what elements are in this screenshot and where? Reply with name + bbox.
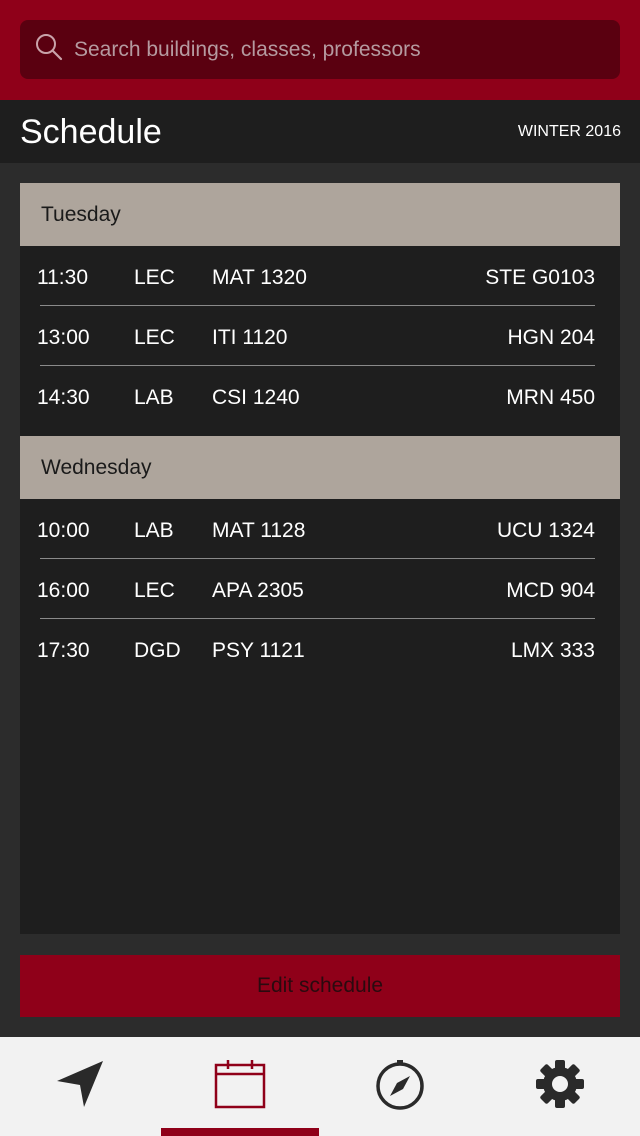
class-type: LAB — [134, 386, 174, 409]
class-row[interactable]: 13:00 LEC ITI 1120 HGN 204 — [20, 306, 620, 366]
class-row[interactable]: 11:30 LEC MAT 1320 STE G0103 — [20, 246, 620, 306]
tab-bar — [0, 1037, 640, 1136]
gear-icon — [533, 1057, 587, 1116]
class-row[interactable]: 10:00 LAB MAT 1128 UCU 1324 — [20, 499, 620, 559]
class-room: HGN 204 — [507, 326, 595, 349]
class-type: LAB — [134, 519, 174, 542]
edit-schedule-button[interactable]: Edit schedule — [20, 955, 620, 1017]
page-title: Schedule — [20, 113, 162, 151]
day-header-tuesday: Tuesday — [20, 183, 620, 246]
compass-icon — [373, 1057, 427, 1116]
tab-schedule[interactable] — [160, 1037, 320, 1136]
class-type: LEC — [134, 579, 175, 602]
class-time: 11:30 — [37, 266, 88, 289]
class-course: CSI 1240 — [212, 386, 300, 409]
class-time: 13:00 — [37, 326, 90, 349]
class-room: LMX 333 — [510, 639, 595, 662]
class-course: PSY 1121 — [212, 639, 305, 662]
class-row[interactable]: 16:00 LEC APA 2305 MCD 904 — [20, 559, 620, 619]
top-bar — [0, 0, 640, 100]
class-course: APA 2305 — [212, 579, 304, 602]
class-course: ITI 1120 — [212, 326, 288, 349]
search-icon — [34, 32, 64, 67]
class-course: MAT 1128 — [212, 519, 306, 542]
class-course: MAT 1320 — [212, 266, 307, 289]
tab-explore[interactable] — [320, 1037, 480, 1136]
search-bar[interactable] — [20, 20, 620, 79]
active-tab-indicator — [161, 1128, 319, 1136]
term-label: WINTER 2016 — [517, 123, 621, 140]
tab-navigate[interactable] — [0, 1037, 160, 1136]
class-row[interactable]: 14:30 LAB CSI 1240 MRN 450 — [20, 366, 620, 426]
navigation-arrow-icon — [53, 1057, 107, 1116]
class-time: 10:00 — [37, 519, 90, 542]
class-room: STE G0103 — [485, 266, 595, 289]
class-row[interactable]: 17:30 DGD PSY 1121 LMX 333 — [20, 619, 620, 679]
class-time: 16:00 — [37, 579, 90, 602]
class-time: 17:30 — [37, 639, 90, 662]
class-type: LEC — [134, 326, 175, 349]
class-room: MCD 904 — [506, 579, 595, 602]
calendar-icon — [213, 1057, 267, 1116]
day-header-wednesday: Wednesday — [20, 436, 620, 499]
class-room: UCU 1324 — [496, 519, 595, 542]
class-room: MRN 450 — [506, 386, 595, 409]
class-time: 14:30 — [37, 386, 90, 409]
class-type: DGD — [134, 639, 181, 662]
class-type: LEC — [134, 266, 175, 289]
search-input[interactable] — [72, 28, 596, 71]
schedule-list: Tuesday 11:30 LEC MAT 1320 STE G0103 13:… — [20, 183, 620, 934]
tab-settings[interactable] — [480, 1037, 640, 1136]
